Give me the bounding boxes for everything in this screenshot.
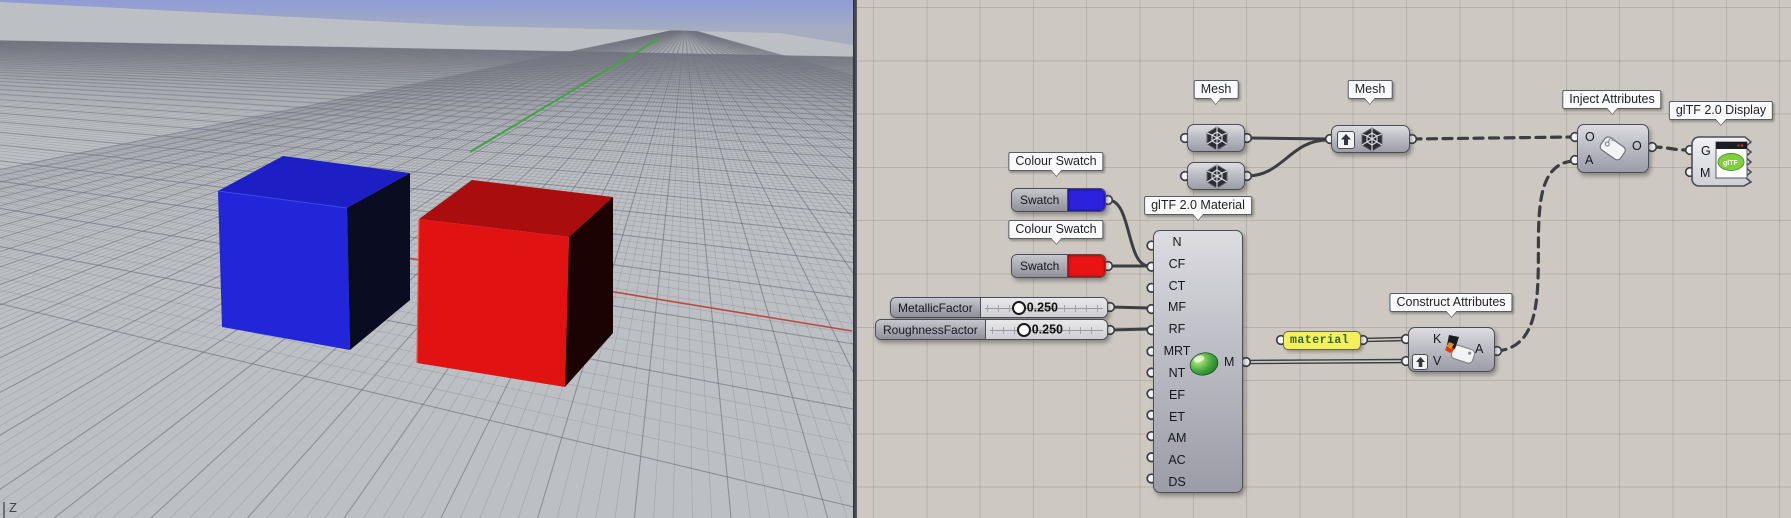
mesh-icon <box>1204 163 1230 189</box>
mesh-icon <box>1204 125 1230 151</box>
material-input-n[interactable]: N <box>1155 233 1199 251</box>
material-input-rf[interactable]: RF <box>1155 320 1199 338</box>
blue-cube-front[interactable] <box>218 191 350 350</box>
slider-value: 0.250 <box>1027 300 1058 314</box>
nameplate-colour-swatch-1: Colour Swatch <box>1008 152 1103 171</box>
mesh-component[interactable] <box>1331 125 1410 153</box>
material-input-mrt[interactable]: MRT <box>1155 342 1199 360</box>
material-input-ct[interactable]: CT <box>1155 277 1199 295</box>
swatch-button[interactable]: Swatch <box>1012 255 1068 277</box>
construct-output-a[interactable]: A <box>1475 342 1483 356</box>
grasshopper-canvas[interactable] <box>857 0 1791 518</box>
slider-track[interactable]: 0.250 <box>981 298 1107 317</box>
slider-name: RoughnessFactor <box>876 320 986 339</box>
red-cube[interactable] <box>417 180 613 387</box>
display-input-g[interactable]: G <box>1701 144 1711 158</box>
inject-input-a[interactable]: A <box>1585 153 1593 167</box>
slider-value: 0.250 <box>1032 322 1063 336</box>
material-output-label: M <box>1224 355 1234 369</box>
inject-input-o[interactable]: O <box>1585 130 1595 144</box>
colour-swatch-red[interactable]: Swatch <box>1011 254 1106 278</box>
swatch-color-blue[interactable] <box>1068 189 1105 211</box>
inject-output-o[interactable]: O <box>1632 139 1642 153</box>
swatch-button[interactable]: Swatch <box>1012 189 1068 211</box>
colour-swatch-blue[interactable]: Swatch <box>1011 188 1106 212</box>
nameplate-inject-attributes: Inject Attributes <box>1562 90 1661 109</box>
gltf-display-component[interactable]: G M glTF <box>1690 135 1760 187</box>
z-axis-label: Z <box>9 500 17 515</box>
construct-input-v[interactable]: V <box>1433 354 1441 368</box>
inject-attributes-icon <box>1595 130 1631 166</box>
nameplate-mesh-component: Mesh <box>1348 80 1393 99</box>
nameplate-mesh-param: Mesh <box>1194 80 1239 99</box>
gltf-logo-text: glTF <box>1723 160 1738 167</box>
flatten-arrow-icon[interactable] <box>1337 131 1355 149</box>
material-input-ef[interactable]: EF <box>1155 386 1199 404</box>
slider-name: MetallicFactor <box>891 298 981 317</box>
material-input-cf[interactable]: CF <box>1155 255 1199 273</box>
slider-roughness-factor[interactable]: RoughnessFactor 0.250 <box>875 319 1108 340</box>
flatten-arrow-icon[interactable] <box>1412 354 1428 370</box>
nameplate-construct-attributes: Construct Attributes <box>1389 293 1512 312</box>
nameplate-gltf-material: glTF 2.0 Material <box>1144 196 1252 215</box>
mesh-param-2[interactable] <box>1187 162 1245 190</box>
material-input-ds[interactable]: DS <box>1155 473 1199 491</box>
red-cube-front[interactable] <box>417 219 569 387</box>
construct-attributes-component[interactable]: K V A <box>1408 327 1495 372</box>
nameplate-gltf-display: glTF 2.0 Display <box>1669 101 1773 120</box>
slider-metallic-factor[interactable]: MetallicFactor 0.250 <box>890 297 1108 318</box>
mesh-param-1[interactable] <box>1187 124 1245 152</box>
nameplate-colour-swatch-2: Colour Swatch <box>1008 220 1103 239</box>
inject-attributes-component[interactable]: O A O <box>1577 124 1649 173</box>
material-input-ac[interactable]: AC <box>1155 451 1199 469</box>
swatch-color-red[interactable] <box>1068 255 1105 277</box>
slider-knob[interactable] <box>1017 323 1031 337</box>
slider-knob[interactable] <box>1012 301 1026 315</box>
panel-text: material <box>1290 334 1349 347</box>
material-input-labels: N CF CT MF RF MRT NT EF ET AM AC DS <box>1155 233 1199 491</box>
rhino-3d-viewport[interactable]: Z <box>0 0 853 518</box>
gltf-logo-icon: glTF <box>1716 142 1747 178</box>
app-window: { "viewport": { "axis_z_label": "Z", "co… <box>0 0 1791 518</box>
display-input-m[interactable]: M <box>1700 166 1710 180</box>
material-input-am[interactable]: AM <box>1155 429 1199 447</box>
material-panel[interactable]: material <box>1283 331 1361 350</box>
mesh-icon <box>1359 126 1385 152</box>
construct-input-k[interactable]: K <box>1433 332 1441 346</box>
blue-cube[interactable] <box>218 156 410 350</box>
material-input-nt[interactable]: NT <box>1155 364 1199 382</box>
slider-track[interactable]: 0.250 <box>986 320 1107 339</box>
material-input-et[interactable]: ET <box>1155 408 1199 426</box>
material-input-mf[interactable]: MF <box>1155 298 1199 316</box>
